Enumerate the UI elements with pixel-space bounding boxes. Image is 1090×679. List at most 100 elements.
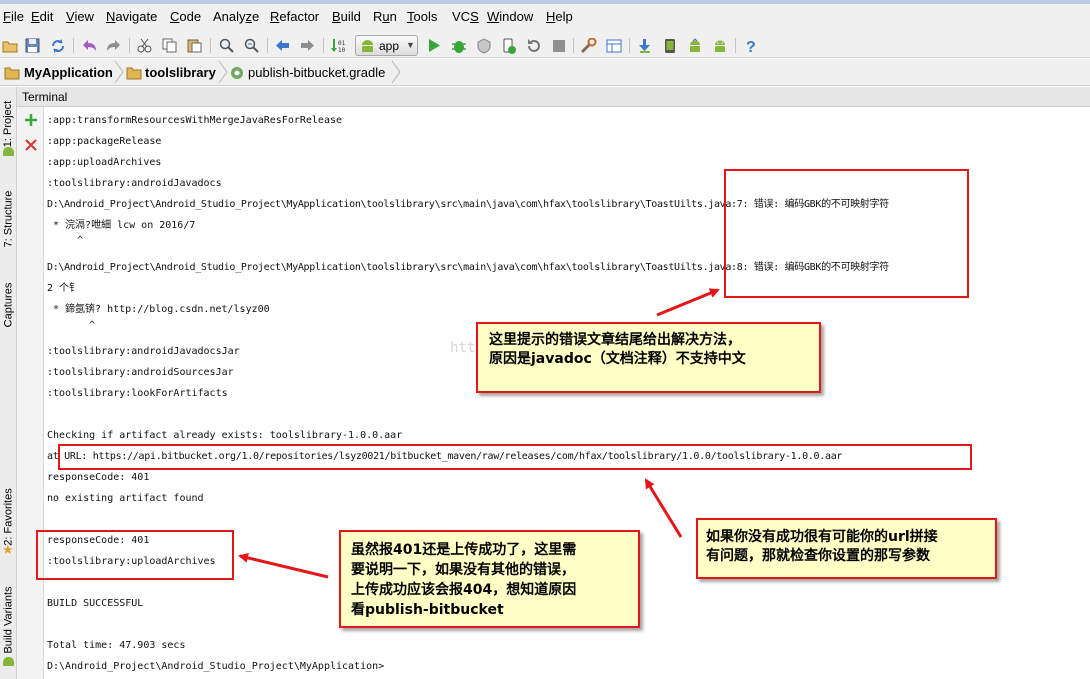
terminal-line: :app:packageRelease: [47, 136, 162, 147]
breadcrumb-separator: [391, 60, 401, 84]
forward-icon[interactable]: [299, 37, 316, 54]
tab-label: 2: Favorites: [2, 488, 15, 546]
breadcrumb-label: toolslibrary: [145, 65, 216, 80]
menu-view[interactable]: View: [66, 9, 94, 24]
toolbar-separator: [73, 38, 74, 53]
annotation-line: 如果你没有成功很有可能你的url拼接: [706, 529, 938, 545]
annotation-line: 有问题，那就检查你设置的那写参数: [706, 548, 930, 564]
annotation-401-explanation: 虽然报401还是上传成功了，这里需 要说明一下，如果没有其他的错误， 上传成功应…: [339, 530, 640, 628]
toolbar-separator: [129, 38, 130, 53]
tab-label: 1: Project: [2, 100, 15, 148]
toolbar-separator: [735, 38, 736, 53]
annotation-line: 上传成功应该会报404，想知道原因: [351, 582, 577, 598]
coverage-icon[interactable]: [475, 37, 492, 54]
annotation-url-check: 如果你没有成功很有可能你的url拼接 有问题，那就检查你设置的那写参数: [696, 518, 997, 579]
save-icon[interactable]: [24, 37, 41, 54]
folder-icon: [4, 67, 20, 79]
left-tool-window-strip: 1: Project 7: Structure Captures 2: Favo…: [0, 87, 17, 679]
sync-icon[interactable]: [49, 37, 66, 54]
cut-icon[interactable]: [136, 37, 153, 54]
highlight-box-upload-result: [36, 530, 234, 580]
terminal-line: ^: [47, 320, 96, 331]
toolbar-separator: [210, 38, 211, 53]
terminal-line: no existing artifact found: [47, 493, 204, 504]
tab-label: Captures: [2, 282, 15, 328]
terminal-line: :app:transformResourcesWithMergeJavaResF…: [47, 115, 343, 126]
copy-icon[interactable]: [161, 37, 178, 54]
breadcrumb: MyApplication toolslibrary publish-bitbu…: [0, 59, 1090, 86]
find-icon[interactable]: [218, 37, 235, 54]
terminal-header: Terminal: [17, 87, 1090, 107]
terminal-line: Checking if artifact already exists: too…: [47, 430, 403, 441]
open-folder-icon[interactable]: [1, 37, 18, 54]
project-structure-icon[interactable]: [605, 37, 622, 54]
terminal-line: Total time: 47.903 secs: [47, 640, 186, 651]
menu-navigate[interactable]: Navigate: [106, 9, 157, 24]
menu-file[interactable]: File: [3, 9, 24, 24]
breadcrumb-item-gradle-file[interactable]: publish-bitbucket.gradle: [230, 62, 385, 83]
paste-icon[interactable]: [186, 37, 203, 54]
breadcrumb-item-myapplication[interactable]: MyApplication: [4, 62, 113, 83]
annotation-line: 虽然报401还是上传成功了，这里需: [351, 542, 577, 558]
add-session-icon[interactable]: [23, 112, 39, 128]
android-monitor-icon[interactable]: [711, 37, 728, 54]
attach-debugger-icon[interactable]: [500, 37, 517, 54]
close-session-icon[interactable]: [23, 137, 39, 153]
sdk-manager-icon[interactable]: [636, 37, 653, 54]
title-bar-strip: [0, 0, 1090, 4]
stop-icon[interactable]: [550, 37, 567, 54]
menu-vcs[interactable]: VCS: [452, 9, 479, 24]
android-icon: [362, 40, 373, 52]
terminal-line: 2 个钅: [47, 283, 80, 294]
run-icon[interactable]: [425, 37, 442, 54]
breadcrumb-item-toolslibrary[interactable]: toolslibrary: [126, 62, 216, 83]
star-icon: ★: [2, 542, 14, 557]
replace-icon[interactable]: [243, 37, 260, 54]
tab-structure[interactable]: 7: Structure: [0, 175, 17, 263]
toolbar-separator: [573, 38, 574, 53]
rerun-icon[interactable]: [525, 37, 542, 54]
gradle-file-icon: [231, 66, 243, 79]
svg-text:10: 10: [338, 47, 346, 54]
menu-tools[interactable]: Tools: [407, 9, 437, 24]
tab-captures[interactable]: Captures: [0, 271, 17, 339]
undo-icon[interactable]: [80, 37, 97, 54]
terminal-line: :toolslibrary:androidJavadocs: [47, 178, 222, 189]
tab-label: 7: Structure: [2, 190, 15, 248]
settings-icon[interactable]: [580, 37, 597, 54]
terminal-line: :toolslibrary:lookForArtifacts: [47, 388, 228, 399]
annotation-line: 原因是javadoc（文档注释）不支持中文: [489, 351, 746, 367]
terminal-title: Terminal: [22, 90, 68, 104]
avd-manager-icon[interactable]: [661, 37, 678, 54]
tab-label: Build Variants: [2, 586, 15, 654]
menu-help[interactable]: Help: [546, 9, 573, 24]
folder-icon: [126, 67, 142, 79]
annotation-line: 要说明一下，如果没有其他的错误，: [351, 562, 575, 578]
annotation-javadoc: 这里提示的错误文章结尾给出解决方法， 原因是javadoc（文档注释）不支持中文: [476, 322, 821, 393]
back-icon[interactable]: [274, 37, 291, 54]
tab-build-variants[interactable]: Build Variants: [0, 577, 17, 663]
menu-analyze[interactable]: Analyze: [213, 9, 259, 24]
menu-build[interactable]: Build: [332, 9, 361, 24]
menu-edit[interactable]: Edit: [31, 9, 53, 24]
toolbar-separator: [629, 38, 630, 53]
menu-refactor[interactable]: Refactor: [270, 9, 319, 24]
toolbar-separator: [267, 38, 268, 53]
breadcrumb-separator: [114, 60, 124, 84]
debug-icon[interactable]: [450, 37, 467, 54]
svg-text:?: ?: [746, 39, 756, 54]
help-icon[interactable]: ?: [742, 37, 759, 54]
terminal-line: responseCode: 401: [47, 472, 150, 483]
terminal-line: BUILD SUCCESSFUL: [47, 598, 144, 609]
terminal-gutter: [17, 107, 44, 679]
menu-run[interactable]: Run: [373, 9, 397, 24]
gradle-sync-icon[interactable]: [686, 37, 703, 54]
menu-window[interactable]: Window: [487, 9, 533, 24]
menu-bar: File Edit View Navigate Code Analyze Refactor B…: [0, 0, 1090, 33]
terminal-line: :toolslibrary:androidJavadocsJar: [47, 346, 240, 357]
redo-icon[interactable]: [105, 37, 122, 54]
run-configuration-select[interactable]: app ▼: [355, 35, 418, 56]
make-project-icon[interactable]: 01 10: [330, 37, 347, 54]
menu-code[interactable]: Code: [170, 9, 201, 24]
breadcrumb-label: publish-bitbucket.gradle: [248, 65, 386, 80]
